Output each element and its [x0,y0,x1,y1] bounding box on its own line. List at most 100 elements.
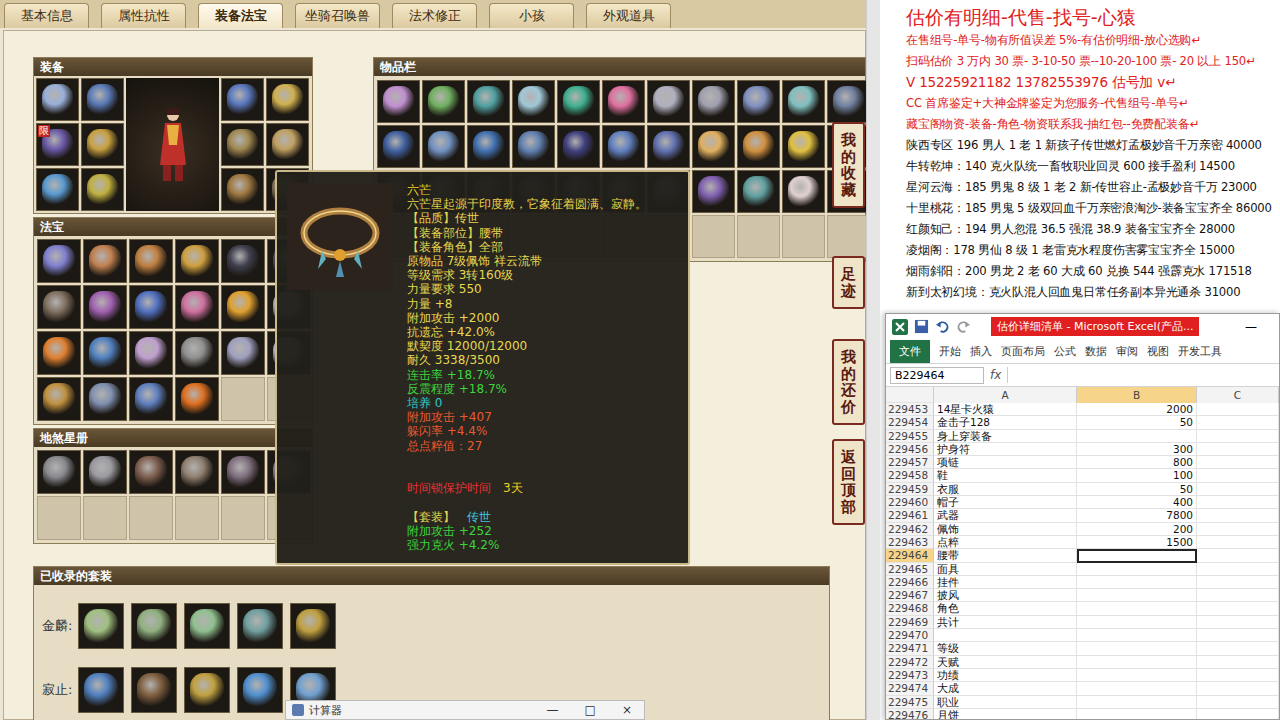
ribbon-tab[interactable]: 页面布局 [1001,344,1045,359]
row-number[interactable]: 229464 [886,549,934,562]
row-number[interactable]: 229476 [886,709,934,720]
row-number[interactable]: 229473 [886,669,934,682]
cell[interactable] [1077,602,1197,615]
row-number[interactable]: 229472 [886,656,934,669]
item-slot[interactable] [221,78,264,121]
row-number[interactable]: 229470 [886,629,934,642]
row-number[interactable]: 229454 [886,416,934,429]
row-number[interactable]: 229456 [886,443,934,456]
cell[interactable] [1077,563,1197,576]
cell[interactable]: 护身符 [934,443,1077,456]
row-number[interactable]: 229453 [886,403,934,416]
cell[interactable] [1197,549,1279,562]
fx-label[interactable]: fx [990,368,1001,382]
cell[interactable]: 200 [1077,523,1197,536]
item-slot[interactable] [81,78,124,121]
item-slot[interactable] [266,123,309,166]
cell[interactable]: 佩饰 [934,523,1077,536]
redo-icon[interactable] [956,319,971,334]
cell[interactable] [1197,656,1279,669]
cell[interactable] [1077,656,1197,669]
cell[interactable]: 共计 [934,616,1077,629]
cell[interactable] [1077,616,1197,629]
window-control[interactable]: × [622,703,632,717]
item-slot[interactable] [175,377,219,421]
cell[interactable]: 腰带 [934,549,1077,562]
item-slot[interactable] [737,80,780,123]
calculator-window[interactable]: 计算器 —□× [285,700,645,720]
item-slot[interactable] [377,125,420,168]
item-slot[interactable] [221,168,264,211]
row-number[interactable]: 229459 [886,483,934,496]
item-slot[interactable] [83,285,127,329]
cell[interactable] [1197,403,1279,416]
item-slot[interactable] [81,123,124,166]
cell[interactable] [1197,576,1279,589]
item-slot[interactable] [184,667,230,713]
item-slot[interactable] [782,170,825,213]
item-slot[interactable] [36,78,79,121]
cell[interactable] [1077,549,1197,562]
item-slot[interactable] [557,80,600,123]
cell[interactable] [1197,443,1279,456]
row-number[interactable]: 229468 [886,602,934,615]
item-slot[interactable] [37,377,81,421]
item-slot[interactable] [602,80,645,123]
cell[interactable] [1197,589,1279,602]
item-slot[interactable] [129,331,173,375]
empty-slot[interactable] [737,215,780,258]
item-slot[interactable]: 限 [36,123,79,166]
cell[interactable]: 800 [1077,456,1197,469]
corner-cell[interactable] [886,387,934,403]
tab[interactable]: 装备法宝 [198,3,283,28]
cell[interactable] [1197,430,1279,443]
ribbon-tab[interactable]: 开始 [939,344,961,359]
item-slot[interactable] [221,239,265,283]
cell[interactable]: 职业 [934,696,1077,709]
cell[interactable]: 功绩 [934,669,1077,682]
cell[interactable] [1077,709,1197,720]
tab[interactable]: 小孩 [489,3,574,28]
item-slot[interactable] [37,450,81,494]
side-button[interactable]: 我的收藏 [832,122,865,208]
cell[interactable] [1077,642,1197,655]
item-slot[interactable] [557,125,600,168]
cell[interactable]: 身上穿装备 [934,430,1077,443]
item-slot[interactable] [81,168,124,211]
cell[interactable] [1077,629,1197,642]
cell[interactable] [1197,469,1279,482]
item-slot[interactable] [647,125,690,168]
row-number[interactable]: 229458 [886,469,934,482]
cell[interactable]: 衣服 [934,483,1077,496]
item-slot[interactable] [37,239,81,283]
item-slot[interactable] [512,80,555,123]
cell[interactable] [1077,682,1197,695]
cell[interactable]: 7800 [1077,509,1197,522]
formula-input[interactable] [1007,367,1279,383]
item-slot[interactable] [83,450,127,494]
item-slot[interactable] [237,603,283,649]
item-slot[interactable] [37,331,81,375]
empty-slot[interactable] [827,215,866,258]
cell[interactable] [1077,696,1197,709]
item-slot[interactable] [237,667,283,713]
column-header[interactable]: A [934,387,1077,403]
item-slot[interactable] [129,285,173,329]
cell[interactable]: 金击子128 [934,416,1077,429]
cell[interactable] [1077,430,1197,443]
cell[interactable]: 天赋 [934,656,1077,669]
item-slot[interactable] [221,285,265,329]
cell[interactable] [1197,536,1279,549]
ribbon-tab[interactable]: 数据 [1085,344,1107,359]
item-slot[interactable] [37,285,81,329]
cell[interactable]: 大成 [934,682,1077,695]
cell[interactable] [1077,589,1197,602]
empty-slot[interactable] [221,377,265,421]
window-control[interactable]: — [1245,320,1279,334]
item-slot[interactable] [290,603,336,649]
cell[interactable]: 帽子 [934,496,1077,509]
row-number[interactable]: 229455 [886,430,934,443]
cell[interactable]: 50 [1077,416,1197,429]
item-slot[interactable] [78,603,124,649]
cell[interactable]: 300 [1077,443,1197,456]
